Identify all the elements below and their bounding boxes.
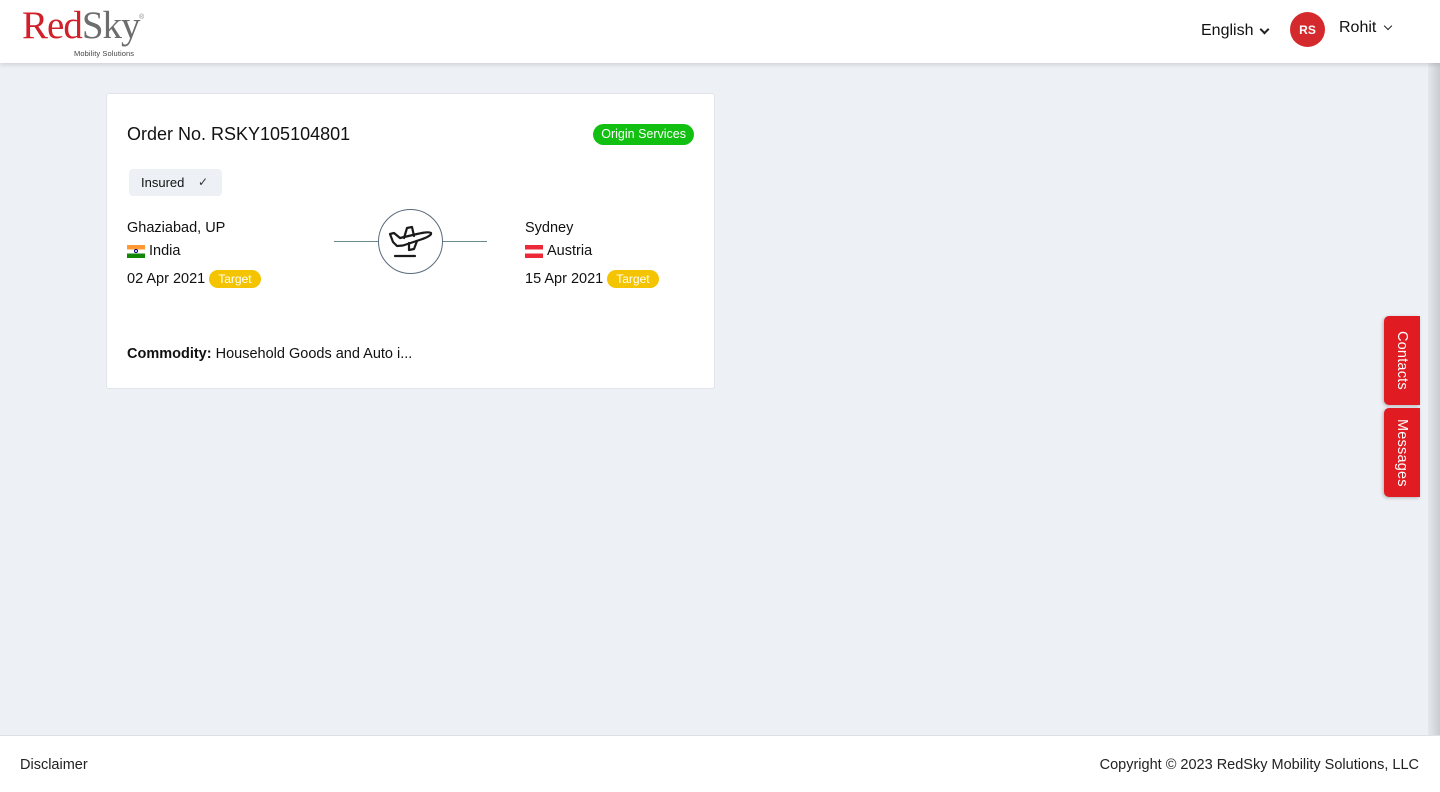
route-line-left: [334, 241, 379, 242]
commodity-label: Commodity:: [127, 346, 212, 362]
redsky-logo[interactable]: RedSky ® Mobility Solutions: [22, 2, 147, 60]
route-line-right: [442, 241, 487, 242]
language-label: English: [1201, 22, 1254, 39]
origin-location: Ghaziabad, UP India 02 Apr 2021 Target: [127, 220, 307, 290]
logo-gray-text: Sky: [81, 4, 141, 47]
destination-country: Austria: [525, 243, 592, 259]
commodity-line: Commodity: Household Goods and Auto i...: [127, 346, 412, 362]
destination-country-name: Austria: [547, 243, 593, 259]
chevron-down-icon: [1384, 21, 1393, 31]
order-number: Order No. RSKY105104801: [127, 124, 351, 144]
origin-date-value: 02 Apr 2021: [127, 271, 206, 287]
commodity-value: Household Goods and Auto i...: [215, 346, 413, 362]
language-selector[interactable]: English: [1201, 20, 1270, 42]
austria-flag-icon: [525, 244, 543, 258]
logo-registered-mark: ®: [139, 14, 145, 21]
destination-date: 15 Apr 2021 Target: [525, 270, 659, 288]
check-icon: ✓: [198, 175, 209, 189]
destination-date-value: 15 Apr 2021: [525, 271, 604, 287]
copyright-text: Copyright © 2023 RedSky Mobility Solutio…: [1099, 757, 1419, 773]
top-header: RedSky ® Mobility Solutions English RS R…: [0, 0, 1440, 63]
india-flag-icon: [127, 244, 145, 258]
contacts-tab-label: Contacts: [1394, 331, 1410, 390]
destination-location: Sydney Austria 15 Apr 2021 Target: [525, 220, 695, 290]
page-footer: Disclaimer Copyright © 2023 RedSky Mobil…: [0, 735, 1440, 792]
logo-red-text: Red: [22, 4, 83, 47]
user-name: Rohit: [1339, 19, 1377, 36]
avatar[interactable]: RS: [1290, 12, 1325, 47]
airplane-mode-indicator: [378, 209, 443, 274]
destination-city: Sydney: [525, 220, 574, 236]
origin-city: Ghaziabad, UP: [127, 220, 226, 236]
origin-country: India: [127, 243, 180, 259]
status-badge: Origin Services: [593, 124, 694, 145]
chevron-down-icon: [1260, 24, 1270, 34]
origin-country-name: India: [149, 243, 181, 259]
logo-wordmark: RedSky: [22, 4, 141, 47]
destination-target-badge: Target: [607, 270, 659, 288]
messages-tab-label: Messages: [1394, 418, 1410, 487]
insured-label: Insured: [141, 175, 185, 190]
airplane-icon: [388, 225, 432, 257]
logo-tagline: Mobility Solutions: [74, 49, 135, 58]
disclaimer-link[interactable]: Disclaimer: [20, 757, 88, 773]
app-root: RedSky ® Mobility Solutions English RS R…: [0, 0, 1440, 792]
order-card[interactable]: Order No. RSKY105104801 Origin Services …: [106, 93, 715, 389]
origin-date: 02 Apr 2021 Target: [127, 270, 261, 288]
insured-chip: Insured ✓: [129, 169, 222, 196]
user-menu[interactable]: Rohit: [1339, 19, 1393, 37]
page-scroll-rail: [1428, 63, 1440, 735]
origin-target-badge: Target: [209, 270, 261, 288]
contacts-tab[interactable]: Contacts: [1384, 316, 1420, 405]
messages-tab[interactable]: Messages: [1384, 408, 1420, 497]
